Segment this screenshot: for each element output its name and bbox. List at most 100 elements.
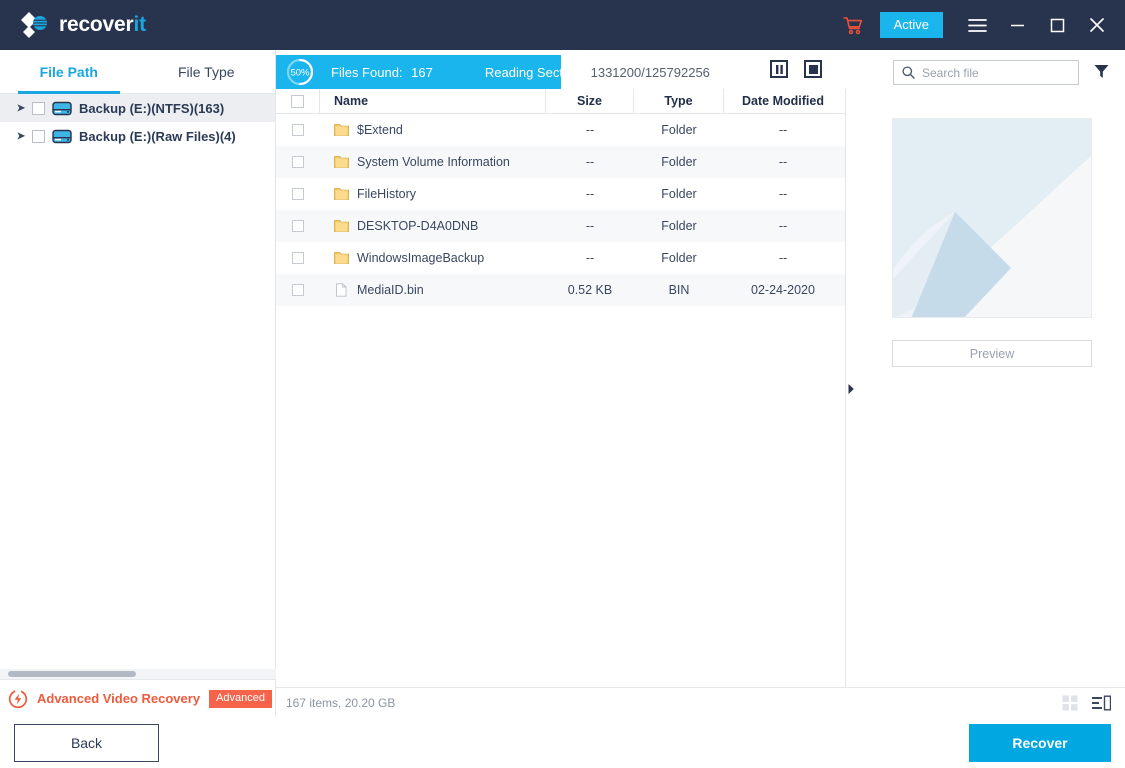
preview-button[interactable]: Preview (892, 340, 1092, 367)
folder-icon (334, 123, 349, 137)
table-row[interactable]: MediaID.bin 0.52 KB BIN 02-24-2020 (276, 274, 845, 306)
advanced-video-recovery-bar[interactable]: Advanced Video Recovery Advanced (0, 679, 276, 717)
app-name-main: recover (59, 13, 134, 36)
row-name-cell: System Volume Information (320, 155, 546, 169)
hard-drive-icon (52, 129, 72, 144)
search-box[interactable] (893, 60, 1079, 85)
scan-percent-ring: 50% (285, 57, 315, 87)
stop-scan-button[interactable] (804, 60, 822, 78)
row-checkbox[interactable] (292, 220, 304, 232)
files-found-group: Files Found: 167 (331, 65, 433, 80)
row-checkbox[interactable] (292, 252, 304, 264)
row-checkbox-cell (276, 124, 320, 136)
table-header: Name Size Type Date Modified (276, 89, 845, 114)
reading-sectors-value: 1331200/125792256 (591, 65, 710, 80)
table-row[interactable]: DESKTOP-D4A0DNB -- Folder -- (276, 210, 845, 242)
scrollbar-thumb[interactable] (8, 671, 136, 677)
file-list-footer: 167 items, 20.20 GB (276, 687, 1125, 717)
row-date-cell: -- (724, 219, 842, 233)
row-size-cell: -- (546, 123, 634, 137)
column-header-size[interactable]: Size (546, 89, 634, 114)
hard-drive-icon (52, 101, 72, 116)
video-recovery-bolt-icon (7, 688, 29, 710)
row-checkbox-cell (276, 252, 320, 264)
close-icon[interactable] (1077, 0, 1117, 50)
title-bar: recoverit Active (0, 0, 1125, 50)
row-name-text: DESKTOP-D4A0DNB (357, 219, 478, 233)
recover-button[interactable]: Recover (969, 724, 1111, 762)
row-size-cell: -- (546, 187, 634, 201)
row-checkbox[interactable] (292, 156, 304, 168)
sidebar-horizontal-scrollbar[interactable] (0, 669, 276, 679)
files-found-value: 167 (411, 65, 433, 80)
tab-file-type[interactable]: File Type (138, 50, 276, 93)
column-header-date-modified[interactable]: Date Modified (724, 94, 842, 108)
row-type-cell: Folder (634, 123, 724, 137)
row-size-cell: -- (546, 251, 634, 265)
column-header-type[interactable]: Type (634, 89, 724, 114)
table-row[interactable]: FileHistory -- Folder -- (276, 178, 845, 210)
filter-funnel-icon[interactable] (1093, 63, 1110, 85)
tree-checkbox[interactable] (32, 102, 45, 115)
scan-progress-content: 50% Files Found: 167 Reading Sectors: 13… (276, 55, 846, 89)
recoverit-logo-icon (18, 9, 50, 41)
file-icon (334, 283, 349, 297)
minimize-icon[interactable] (997, 0, 1037, 50)
app-name-accent: it (134, 13, 146, 36)
row-name-text: FileHistory (357, 187, 416, 201)
column-header-name[interactable]: Name (320, 89, 546, 114)
shopping-cart-icon[interactable] (836, 8, 870, 42)
table-row[interactable]: WindowsImageBackup -- Folder -- (276, 242, 845, 274)
row-name-text: System Volume Information (357, 155, 510, 169)
preview-panel: Preview (856, 89, 1125, 687)
app-name: recoverit (59, 13, 146, 37)
row-name-cell: FileHistory (320, 187, 546, 201)
search-input[interactable] (922, 66, 1067, 80)
row-checkbox[interactable] (292, 124, 304, 136)
reading-sectors-label: Reading Sectors: (485, 65, 585, 80)
folder-icon (334, 219, 349, 233)
folder-icon (334, 187, 349, 201)
row-checkbox[interactable] (292, 188, 304, 200)
row-type-cell: Folder (634, 251, 724, 265)
row-type-cell: BIN (634, 283, 724, 297)
row-size-cell: 0.52 KB (546, 283, 634, 297)
sidebar-item-label: Backup (E:)(NTFS)(163) (79, 101, 224, 116)
tab-file-path[interactable]: File Path (0, 50, 138, 93)
scan-controls (770, 60, 822, 78)
row-date-cell: -- (724, 187, 842, 201)
back-button[interactable]: Back (14, 724, 159, 762)
advanced-badge: Advanced (209, 690, 272, 708)
collapse-panel-arrow-icon[interactable] (846, 382, 856, 396)
active-license-button[interactable]: Active (880, 12, 943, 38)
row-type-cell: Folder (634, 219, 724, 233)
hamburger-menu-icon[interactable] (957, 0, 997, 50)
grid-view-icon[interactable] (1062, 695, 1078, 711)
row-name-text: $Extend (357, 123, 403, 137)
list-view-icon[interactable] (1092, 695, 1111, 711)
table-row[interactable]: System Volume Information -- Folder -- (276, 146, 845, 178)
svg-text:50%: 50% (290, 68, 310, 79)
row-type-cell: Folder (634, 155, 724, 169)
folder-icon (334, 155, 349, 169)
sidebar-item-backup-raw[interactable]: ➤ Backup (E:)(Raw Files)(4) (0, 122, 275, 150)
preview-thumbnail (892, 118, 1092, 318)
table-row[interactable]: $Extend -- Folder -- (276, 114, 845, 146)
pause-scan-button[interactable] (770, 60, 788, 78)
select-all-checkbox[interactable] (291, 95, 304, 108)
row-checkbox-cell (276, 156, 320, 168)
row-date-cell: 02-24-2020 (724, 283, 842, 297)
row-name-text: MediaID.bin (357, 283, 424, 297)
row-checkbox-cell (276, 284, 320, 296)
sidebar-item-backup-ntfs[interactable]: ➤ Backup (E:)(NTFS)(163) (0, 94, 275, 122)
expand-arrow-icon[interactable]: ➤ (14, 103, 28, 114)
tree-checkbox[interactable] (32, 130, 45, 143)
expand-arrow-icon[interactable]: ➤ (14, 131, 28, 142)
maximize-icon[interactable] (1037, 0, 1077, 50)
row-size-cell: -- (546, 219, 634, 233)
bottom-action-bar (0, 717, 1125, 768)
files-found-label: Files Found: (331, 65, 403, 80)
row-checkbox[interactable] (292, 284, 304, 296)
row-checkbox-cell (276, 188, 320, 200)
file-list-panel: Name Size Type Date Modified $Extend -- … (276, 89, 846, 687)
